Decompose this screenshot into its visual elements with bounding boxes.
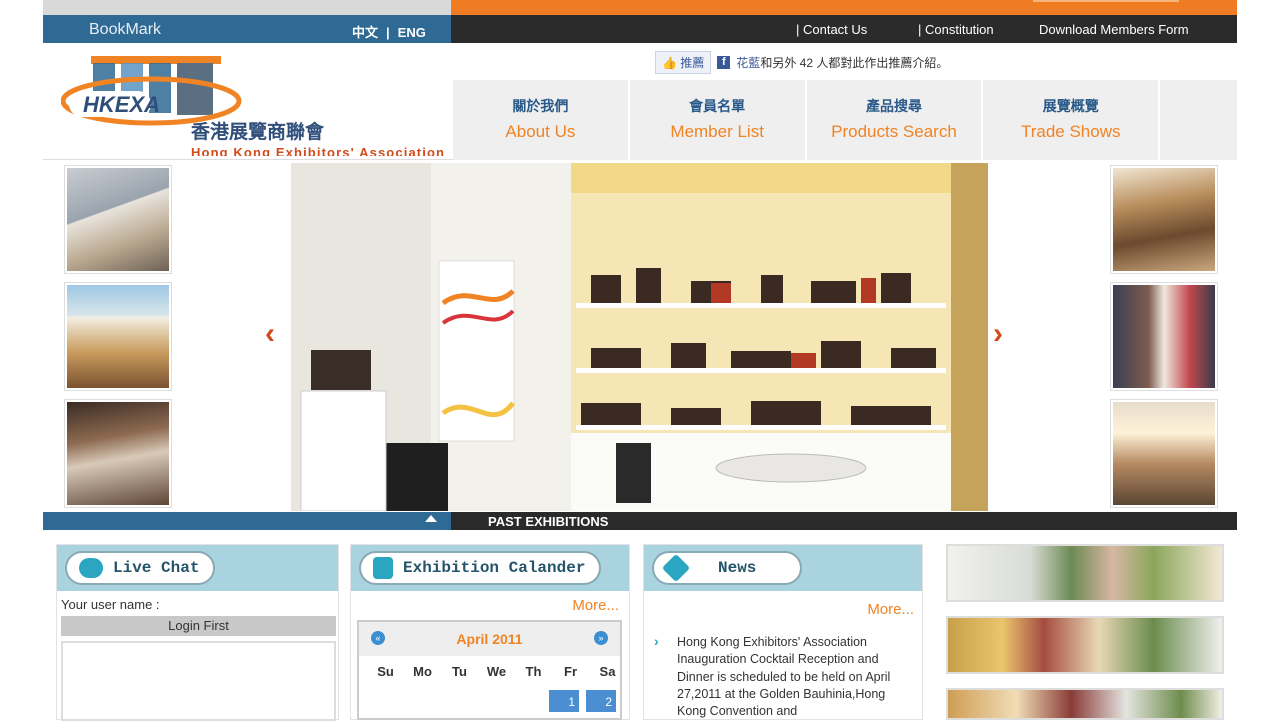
gallery-thumbnail[interactable]	[65, 283, 171, 390]
calendar-header: « April 2011 »	[359, 622, 620, 656]
calendar-widget: « April 2011 » Su Mo Tu We Th Fr Sa 1 2	[357, 620, 622, 720]
top-tab	[1033, 0, 1179, 2]
hkexa-logo[interactable]: HKEXA 香港展覽商聯會 Hong Kong Exhibitors' Asso…	[60, 51, 446, 160]
side-photo[interactable]	[946, 544, 1224, 602]
top-links-bar: | Contact Us | Constitution Download Mem…	[451, 15, 1237, 43]
facebook-like-button[interactable]: 👍 推薦	[655, 50, 712, 74]
nav-item-member-list[interactable]: 會員名單 Member List	[629, 80, 807, 160]
news-item[interactable]: Hong Kong Exhibitors' Association Inaugu…	[677, 634, 912, 720]
gallery-thumbnail[interactable]	[1111, 166, 1217, 273]
bookmark-bar: BookMark 中文 | ENG	[43, 15, 451, 43]
calendar-day[interactable]: 2	[586, 690, 616, 712]
calendar-more-link[interactable]: More...	[572, 597, 619, 614]
chat-message-area[interactable]	[61, 641, 336, 721]
nav-label-zh: 關於我們	[512, 98, 569, 114]
live-chat-panel: Live Chat Your user name : Login First	[56, 544, 339, 721]
facebook-icon: f	[717, 55, 731, 69]
contact-us-link[interactable]: | Contact Us	[796, 22, 867, 37]
exhibition-gallery: ‹ ›	[43, 161, 1237, 511]
top-strip-right	[451, 0, 1237, 15]
side-photo[interactable]	[946, 688, 1224, 720]
past-exhibitions-label: PAST EXHIBITIONS	[488, 514, 609, 529]
lang-zh-link[interactable]: 中文	[352, 25, 378, 40]
nav-label-zh: 展覽概覽	[1042, 98, 1099, 114]
lang-separator: |	[386, 25, 390, 40]
facebook-like-text: 和另外 42 人都對此作出推薦介紹。	[760, 55, 949, 70]
login-first-button[interactable]: Login First	[61, 616, 336, 636]
panel-header: News	[644, 545, 922, 591]
gallery-main-photo	[291, 163, 988, 511]
nav-item-about-us[interactable]: 關於我們 About Us	[453, 80, 630, 160]
tag-icon	[661, 553, 691, 583]
logo-graphic: HKEXA 香港展覽商聯會 Hong Kong Exhibitors' Asso…	[60, 56, 444, 160]
download-members-form-link[interactable]: Download Members Form	[1039, 22, 1189, 37]
collapse-up-icon[interactable]	[425, 515, 437, 522]
panel-header: Exhibition Calander	[351, 545, 629, 591]
news-title: News	[718, 559, 757, 577]
weekday-label: We	[486, 664, 507, 679]
live-chat-title-pill: Live Chat	[65, 551, 216, 585]
language-switch: 中文 | ENG	[348, 22, 430, 41]
booth-photo	[291, 163, 988, 511]
like-label: 推薦	[680, 55, 705, 70]
gallery-thumbnail[interactable]	[1111, 283, 1217, 390]
gallery-next-arrow-icon[interactable]: ›	[993, 317, 1003, 351]
calendar-title: Exhibition Calander	[403, 559, 586, 577]
side-photo[interactable]	[946, 616, 1224, 674]
live-chat-title: Live Chat	[113, 559, 200, 577]
chat-bubble-icon	[79, 558, 103, 578]
nav-label-en: Member List	[670, 122, 764, 141]
logo-abbr: HKEXA	[83, 92, 160, 117]
weekday-label: Sa	[599, 664, 616, 679]
facebook-friend-link[interactable]: 花藍	[736, 56, 760, 70]
nav-item-trade-shows[interactable]: 展覽概覽 Trade Shows	[983, 80, 1161, 160]
gallery-prev-arrow-icon[interactable]: ‹	[265, 317, 275, 351]
gallery-thumbnail[interactable]	[1111, 400, 1217, 507]
news-title-pill: News	[652, 551, 802, 585]
weekday-label: Fr	[564, 664, 577, 679]
gallery-thumbnail[interactable]	[65, 166, 171, 273]
logo-name-en: Hong Kong Exhibitors' Association	[191, 145, 444, 156]
header: HKEXA 香港展覽商聯會 Hong Kong Exhibitors' Asso…	[43, 43, 1238, 160]
nav-item-products-search[interactable]: 產品搜尋 Products Search	[806, 80, 984, 160]
nav-label-en: About Us	[505, 122, 576, 141]
exhibition-calendar-panel: Exhibition Calander More... « April 2011…	[350, 544, 630, 720]
weekday-label: Th	[525, 664, 542, 679]
nav-label-en: Trade Shows	[1020, 122, 1121, 141]
news-panel: News More... › Hong Kong Exhibitors' Ass…	[643, 544, 923, 720]
past-exhibitions-bar[interactable]: PAST EXHIBITIONS	[43, 512, 1237, 530]
nav-label-zh: 會員名單	[689, 98, 746, 114]
constitution-link[interactable]: | Constitution	[918, 22, 994, 37]
news-more-link[interactable]: More...	[867, 601, 914, 618]
lang-en-link[interactable]: ENG	[398, 25, 426, 40]
calendar-weekdays: Su Mo Tu We Th Fr Sa	[367, 664, 626, 679]
calendar-title-pill: Exhibition Calander	[359, 551, 602, 585]
page: BookMark 中文 | ENG | Contact Us | Constitut…	[43, 0, 1238, 721]
bookmark-link[interactable]: BookMark	[89, 21, 161, 39]
weekday-label: Tu	[452, 664, 467, 679]
past-exhibitions-bar-left	[43, 512, 451, 530]
main-nav: 關於我們 About Us 會員名單 Member List 產品搜尋 Prod…	[453, 80, 1238, 160]
facebook-like-box: 👍 推薦 f 花藍和另外 42 人都對此作出推薦介紹。	[655, 50, 949, 74]
news-bullet-chevron-icon: ›	[654, 633, 659, 649]
calendar-day[interactable]: 1	[549, 690, 579, 712]
nav-item-extra	[1160, 80, 1238, 160]
calendar-next-icon[interactable]: »	[594, 631, 608, 645]
nav-label-en: Products Search	[831, 122, 957, 141]
panel-header: Live Chat	[57, 545, 338, 591]
gallery-thumbnail[interactable]	[65, 400, 171, 507]
user-name-label: Your user name :	[61, 597, 160, 612]
top-strip-left	[43, 0, 451, 15]
logo-name-zh: 香港展覽商聯會	[190, 120, 325, 143]
calendar-icon	[373, 557, 393, 579]
calendar-month: April 2011	[456, 631, 523, 647]
weekday-label: Mo	[413, 664, 432, 679]
weekday-label: Su	[377, 664, 394, 679]
nav-label-zh: 產品搜尋	[865, 98, 922, 114]
